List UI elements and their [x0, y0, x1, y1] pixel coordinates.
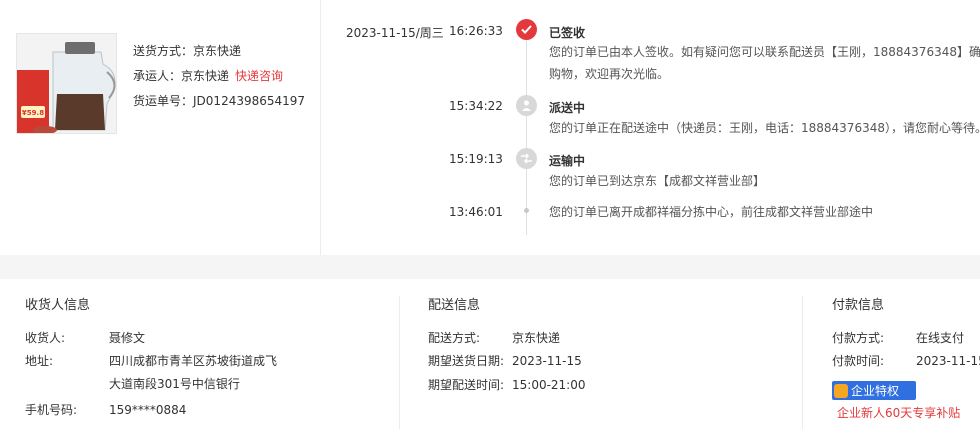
receiver-phone-row: 手机号码: 159****0884	[25, 403, 186, 417]
timeline-desc-line: 您的订单已到达京东【成都文祥营业部】	[549, 174, 766, 188]
delivery-method-label: 配送方式:	[428, 331, 481, 345]
receiver-phone-value: 159****0884	[109, 403, 187, 417]
shipping-details: 送货方式：京东快递 承运人：京东快递 快递咨询 货运单号：JD0124398654…	[133, 44, 305, 119]
timeline-status: 已签收	[549, 26, 586, 40]
timeline-desc-line: 您的订单已由本人签收。如有疑问您可以联系配送员【王刚，18884376348】确…	[549, 45, 980, 59]
carrier-value: 京东快递	[181, 69, 230, 83]
logistics-timeline: 2023-11-15/周三 16:26:33 已签收 您的订单已由本人签收。如有…	[322, 0, 980, 255]
payment-method-label: 付款方式:	[832, 331, 885, 345]
receiver-address-label: 地址:	[25, 354, 54, 368]
timeline-time: 13:46:01	[449, 205, 503, 219]
payment-time-row: 付款时间: 2023-11-15	[832, 354, 980, 368]
receiver-name-row: 收货人: 聂修文	[25, 331, 145, 345]
courier-consult-link[interactable]: 快递咨询	[235, 69, 283, 83]
timeline-desc-line: 您的订单已离开成都祥福分拣中心，前往成都文祥营业部途中	[549, 205, 874, 219]
delivery-person-icon	[516, 95, 537, 116]
delivery-time-value: 15:00-21:00	[512, 378, 586, 392]
timeline-status: 运输中	[549, 154, 586, 168]
price-badge-text: ¥59.8	[22, 109, 44, 117]
order-info-section: 收货人信息 收货人: 聂修文 地址: 四川成都市青羊区苏坡街道成飞 大道南段30…	[0, 279, 980, 429]
payment-title: 付款信息	[832, 298, 885, 313]
carrier-label: 承运人：	[133, 69, 182, 83]
waybill-label: 货运单号：	[133, 94, 194, 108]
timeline-date: 2023-11-15/周三	[346, 26, 444, 40]
delivery-date-value: 2023-11-15	[512, 354, 582, 368]
payment-time-label: 付款时间:	[832, 354, 885, 368]
receiver-title: 收货人信息	[25, 298, 91, 313]
receiver-phone-label: 手机号码:	[25, 403, 78, 417]
column-divider	[802, 296, 803, 429]
enterprise-icon	[834, 383, 848, 398]
waybill-number[interactable]: JD0124398654197	[193, 94, 305, 108]
shipment-summary: ¥59.8 送货方式：京东快递 承运人：京东快递 快递咨询 货运单号：JD0124…	[0, 0, 321, 255]
transport-icon	[516, 148, 537, 169]
column-divider	[399, 296, 400, 429]
enterprise-badge-label: 企业特权	[851, 384, 900, 398]
delivery-date-label: 期望送货日期:	[428, 354, 505, 368]
timeline-status: 派送中	[549, 101, 586, 115]
receiver-address-row: 地址: 四川成都市青羊区苏坡街道成飞 大道南段301号中信银行	[25, 354, 277, 391]
order-tracking-section: ¥59.8 送货方式：京东快递 承运人：京东快递 快递咨询 货运单号：JD0124…	[0, 0, 980, 255]
payment-method-row: 付款方式: 在线支付	[832, 331, 964, 345]
timeline-time: 15:19:13	[449, 152, 503, 166]
payment-method-value: 在线支付	[916, 331, 965, 345]
timeline-connector	[526, 30, 527, 235]
receiver-name-label: 收货人:	[25, 331, 66, 345]
section-divider	[0, 255, 980, 279]
shipping-method-value: 京东快递	[193, 44, 242, 58]
glass-pitcher-image: ¥59.8	[17, 34, 116, 133]
timeline-dot	[524, 208, 529, 213]
enterprise-promo-link[interactable]: 企业新人60天专享补贴	[837, 404, 960, 421]
receiver-address-line1: 四川成都市青羊区苏坡街道成飞	[109, 354, 278, 368]
product-thumbnail[interactable]: ¥59.8	[16, 33, 117, 134]
waybill-row: 货运单号：JD0124398654197	[133, 94, 305, 119]
timeline-desc-line: 您的订单正在配送途中（快递员：王刚，电话：18884376348），请您耐心等待…	[549, 121, 980, 135]
receiver-address-line2: 大道南段301号中信银行	[109, 377, 240, 391]
receiver-name-value: 聂修文	[109, 331, 146, 345]
carrier-row: 承运人：京东快递 快递咨询	[133, 69, 305, 94]
shipping-method-row: 送货方式：京东快递	[133, 44, 305, 69]
check-icon	[516, 19, 537, 40]
delivery-method-value: 京东快递	[512, 331, 561, 345]
enterprise-privilege-badge[interactable]: 企业特权	[832, 381, 916, 400]
delivery-method-row: 配送方式: 京东快递	[428, 331, 560, 345]
delivery-title: 配送信息	[428, 298, 481, 313]
timeline-time: 16:26:33	[449, 24, 503, 38]
delivery-time-row: 期望配送时间: 15:00-21:00	[428, 378, 586, 392]
timeline-time: 15:34:22	[449, 99, 503, 113]
delivery-date-row: 期望送货日期: 2023-11-15	[428, 354, 582, 368]
payment-time-value: 2023-11-15	[916, 354, 980, 368]
timeline-desc-line: 购物，欢迎再次光临。	[549, 67, 670, 81]
delivery-time-label: 期望配送时间:	[428, 378, 505, 392]
shipping-method-label: 送货方式：	[133, 44, 194, 58]
